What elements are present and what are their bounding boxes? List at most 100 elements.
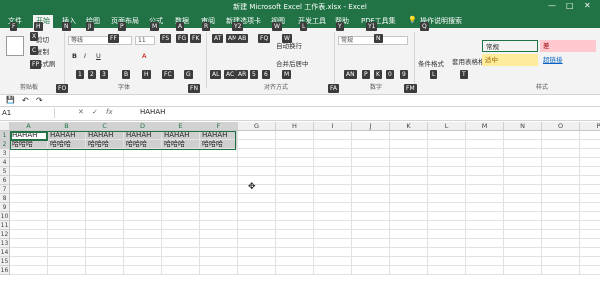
- column-header-f[interactable]: F: [200, 122, 238, 131]
- cell-o5[interactable]: [542, 167, 580, 176]
- cell-f9[interactable]: [200, 203, 238, 212]
- cell-i10[interactable]: [314, 212, 352, 221]
- name-box[interactable]: A1: [2, 108, 55, 118]
- row-header-5[interactable]: 5: [0, 167, 10, 176]
- enter-icon[interactable]: ✓: [92, 108, 98, 116]
- cell-d5[interactable]: [124, 167, 162, 176]
- cell-k6[interactable]: [390, 176, 428, 185]
- cell-n1[interactable]: [504, 131, 542, 140]
- cell-b4[interactable]: [48, 158, 86, 167]
- cell-n3[interactable]: [504, 149, 542, 158]
- cell-b5[interactable]: [48, 167, 86, 176]
- cell-l9[interactable]: [428, 203, 466, 212]
- cell-m1[interactable]: [466, 131, 504, 140]
- row-header-1[interactable]: 1: [0, 131, 10, 140]
- column-header-c[interactable]: C: [86, 122, 124, 131]
- cell-a12[interactable]: [10, 230, 48, 239]
- cell-l15[interactable]: [428, 257, 466, 266]
- cell-k11[interactable]: [390, 221, 428, 230]
- cell-o8[interactable]: [542, 194, 580, 203]
- cell-o1[interactable]: [542, 131, 580, 140]
- column-header-h[interactable]: H: [276, 122, 314, 131]
- column-header-j[interactable]: J: [352, 122, 390, 131]
- cell-m7[interactable]: [466, 185, 504, 194]
- cell-b8[interactable]: [48, 194, 86, 203]
- cell-c9[interactable]: [86, 203, 124, 212]
- cell-l1[interactable]: [428, 131, 466, 140]
- cell-n6[interactable]: [504, 176, 542, 185]
- cell-c1[interactable]: HAHAH: [86, 131, 124, 140]
- merge-center-button[interactable]: 合并后居中: [276, 58, 309, 68]
- cell-i5[interactable]: [314, 167, 352, 176]
- cell-b15[interactable]: [48, 257, 86, 266]
- column-header-b[interactable]: B: [48, 122, 86, 131]
- column-header-o[interactable]: O: [542, 122, 580, 131]
- cell-l14[interactable]: [428, 248, 466, 257]
- cell-d3[interactable]: [124, 149, 162, 158]
- cancel-icon[interactable]: ✕: [78, 108, 84, 116]
- minimize-button[interactable]: —: [548, 1, 556, 10]
- cell-g3[interactable]: [238, 149, 276, 158]
- cell-d6[interactable]: [124, 176, 162, 185]
- cell-j8[interactable]: [352, 194, 390, 203]
- cell-k2[interactable]: [390, 140, 428, 149]
- cell-j2[interactable]: [352, 140, 390, 149]
- cell-g15[interactable]: [238, 257, 276, 266]
- cell-p10[interactable]: [580, 212, 600, 221]
- cell-a5[interactable]: [10, 167, 48, 176]
- cell-f6[interactable]: [200, 176, 238, 185]
- cell-c15[interactable]: [86, 257, 124, 266]
- cell-a10[interactable]: [10, 212, 48, 221]
- cell-d8[interactable]: [124, 194, 162, 203]
- cell-b9[interactable]: [48, 203, 86, 212]
- cell-i6[interactable]: [314, 176, 352, 185]
- row-header-16[interactable]: 16: [0, 266, 10, 275]
- cell-j7[interactable]: [352, 185, 390, 194]
- paste-icon[interactable]: [6, 36, 24, 56]
- cell-n12[interactable]: [504, 230, 542, 239]
- cell-h14[interactable]: [276, 248, 314, 257]
- cell-f12[interactable]: [200, 230, 238, 239]
- cell-n11[interactable]: [504, 221, 542, 230]
- cell-g1[interactable]: [238, 131, 276, 140]
- cell-g11[interactable]: [238, 221, 276, 230]
- row-header-13[interactable]: 13: [0, 239, 10, 248]
- cell-k12[interactable]: [390, 230, 428, 239]
- undo-icon[interactable]: ↶: [22, 96, 29, 105]
- cell-i15[interactable]: [314, 257, 352, 266]
- cell-n2[interactable]: [504, 140, 542, 149]
- row-header-3[interactable]: 3: [0, 149, 10, 158]
- row-header-4[interactable]: 4: [0, 158, 10, 167]
- lightbulb-icon[interactable]: 💡: [408, 16, 417, 24]
- cell-h10[interactable]: [276, 212, 314, 221]
- cell-c3[interactable]: [86, 149, 124, 158]
- cell-l3[interactable]: [428, 149, 466, 158]
- cell-k8[interactable]: [390, 194, 428, 203]
- cell-g8[interactable]: [238, 194, 276, 203]
- cell-b12[interactable]: [48, 230, 86, 239]
- cell-a9[interactable]: [10, 203, 48, 212]
- cell-b7[interactable]: [48, 185, 86, 194]
- cell-e16[interactable]: [162, 266, 200, 275]
- cell-k15[interactable]: [390, 257, 428, 266]
- cell-p14[interactable]: [580, 248, 600, 257]
- cell-n15[interactable]: [504, 257, 542, 266]
- cell-o4[interactable]: [542, 158, 580, 167]
- cell-m16[interactable]: [466, 266, 504, 275]
- cell-k16[interactable]: [390, 266, 428, 275]
- cell-h15[interactable]: [276, 257, 314, 266]
- cell-d4[interactable]: [124, 158, 162, 167]
- cell-d15[interactable]: [124, 257, 162, 266]
- cell-j5[interactable]: [352, 167, 390, 176]
- cell-e12[interactable]: [162, 230, 200, 239]
- style-hyperlink[interactable]: 超链接: [540, 54, 596, 66]
- cell-l6[interactable]: [428, 176, 466, 185]
- cell-k14[interactable]: [390, 248, 428, 257]
- cell-i11[interactable]: [314, 221, 352, 230]
- cell-i14[interactable]: [314, 248, 352, 257]
- cell-p4[interactable]: [580, 158, 600, 167]
- cell-c10[interactable]: [86, 212, 124, 221]
- cell-k4[interactable]: [390, 158, 428, 167]
- cell-h7[interactable]: [276, 185, 314, 194]
- cell-l7[interactable]: [428, 185, 466, 194]
